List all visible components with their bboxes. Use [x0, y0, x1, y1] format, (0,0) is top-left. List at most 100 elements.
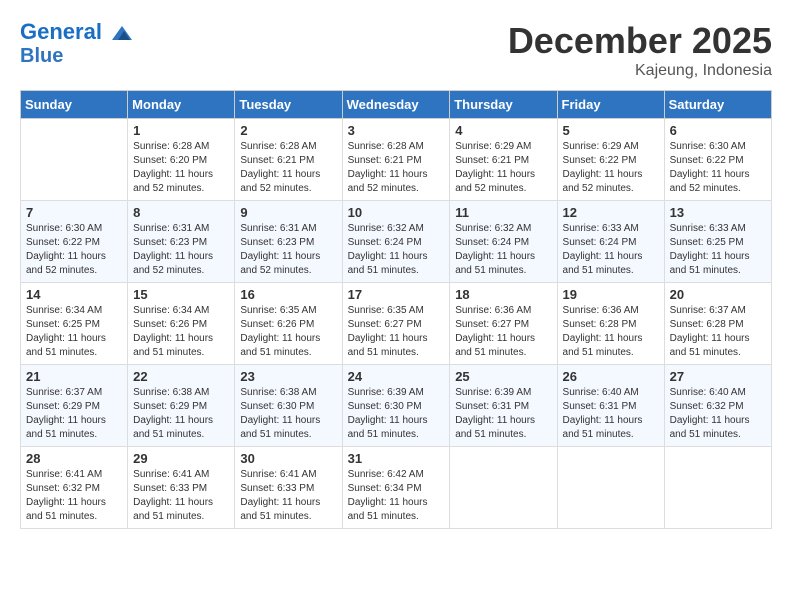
day-number: 22: [133, 369, 229, 384]
day-number: 12: [563, 205, 659, 220]
day-cell: 1 Sunrise: 6:28 AMSunset: 6:20 PMDaylight…: [128, 119, 235, 201]
day-number: 24: [348, 369, 445, 384]
day-cell: 7 Sunrise: 6:30 AMSunset: 6:22 PMDaylight…: [21, 201, 128, 283]
day-info: Sunrise: 6:40 AMSunset: 6:32 PMDaylight:…: [670, 386, 766, 442]
day-cell: 5Sunrise: 6:29 AMSunset: 6:22 PMDaylight…: [557, 119, 664, 201]
column-header-sunday: Sunday: [21, 91, 128, 119]
day-info: Sunrise: 6:41 AMSunset: 6:33 PMDaylight:…: [133, 468, 229, 524]
day-cell: 20 Sunrise: 6:37 AMSunset: 6:28 PMDayligh…: [664, 283, 771, 365]
day-info: Sunrise: 6:38 AMSunset: 6:29 PMDaylight:…: [133, 386, 229, 442]
calendar-header-row: SundayMondayTuesdayWednesdayThursdayFrid…: [21, 91, 772, 119]
month-title: December 2025: [508, 20, 772, 62]
day-cell: 26 Sunrise: 6:40 AMSunset: 6:31 PMDayligh…: [557, 365, 664, 447]
day-info: Sunrise: 6:28 AMSunset: 6:20 PMDaylight:…: [133, 140, 229, 196]
day-cell: 10 Sunrise: 6:32 AMSunset: 6:24 PMDayligh…: [342, 201, 450, 283]
day-number: 4: [455, 123, 551, 138]
logo: General Blue: [20, 20, 134, 67]
title-block: December 2025 Kajeung, Indonesia: [508, 20, 772, 80]
day-number: 16: [240, 287, 336, 302]
location: Kajeung, Indonesia: [508, 62, 772, 80]
day-number: 25: [455, 369, 551, 384]
day-number: 26: [563, 369, 659, 384]
day-number: 14: [26, 287, 122, 302]
day-info: Sunrise: 6:31 AMSunset: 6:23 PMDaylight:…: [133, 222, 229, 278]
day-number: 20: [670, 287, 766, 302]
day-number: 1: [133, 123, 229, 138]
day-cell: 2 Sunrise: 6:28 AMSunset: 6:21 PMDaylight…: [235, 119, 342, 201]
day-info: Sunrise: 6:40 AMSunset: 6:31 PMDaylight:…: [563, 386, 659, 442]
day-number: 17: [348, 287, 445, 302]
day-cell: 17Sunrise: 6:35 AMSunset: 6:27 PMDayligh…: [342, 283, 450, 365]
week-row-4: 21Sunrise: 6:37 AMSunset: 6:29 PMDayligh…: [21, 365, 772, 447]
day-info: Sunrise: 6:28 AMSunset: 6:21 PMDaylight:…: [240, 140, 336, 196]
day-info: Sunrise: 6:32 AMSunset: 6:24 PMDaylight:…: [455, 222, 551, 278]
day-cell: 14 Sunrise: 6:34 AMSunset: 6:25 PMDayligh…: [21, 283, 128, 365]
column-header-wednesday: Wednesday: [342, 91, 450, 119]
day-cell: 18 Sunrise: 6:36 AMSunset: 6:27 PMDayligh…: [450, 283, 557, 365]
day-cell: 8 Sunrise: 6:31 AMSunset: 6:23 PMDaylight…: [128, 201, 235, 283]
day-cell: 27 Sunrise: 6:40 AMSunset: 6:32 PMDayligh…: [664, 365, 771, 447]
column-header-saturday: Saturday: [664, 91, 771, 119]
day-number: 8: [133, 205, 229, 220]
day-number: 2: [240, 123, 336, 138]
day-info: Sunrise: 6:29 AMSunset: 6:21 PMDaylight:…: [455, 140, 551, 196]
day-number: 19: [563, 287, 659, 302]
logo-blue-text: Blue: [20, 45, 134, 67]
day-cell: [450, 447, 557, 529]
day-number: 31: [348, 451, 445, 466]
day-info: Sunrise: 6:37 AMSunset: 6:28 PMDaylight:…: [670, 304, 766, 360]
week-row-1: 1 Sunrise: 6:28 AMSunset: 6:20 PMDaylight…: [21, 119, 772, 201]
day-number: 11: [455, 205, 551, 220]
week-row-5: 28Sunrise: 6:41 AMSunset: 6:32 PMDayligh…: [21, 447, 772, 529]
logo-icon: [110, 21, 134, 45]
day-cell: [21, 119, 128, 201]
day-number: 7: [26, 205, 122, 220]
day-cell: 19 Sunrise: 6:36 AMSunset: 6:28 PMDayligh…: [557, 283, 664, 365]
day-cell: 23Sunrise: 6:38 AMSunset: 6:30 PMDayligh…: [235, 365, 342, 447]
day-number: 28: [26, 451, 122, 466]
day-info: Sunrise: 6:33 AMSunset: 6:24 PMDaylight:…: [563, 222, 659, 278]
week-row-3: 14 Sunrise: 6:34 AMSunset: 6:25 PMDayligh…: [21, 283, 772, 365]
day-info: Sunrise: 6:32 AMSunset: 6:24 PMDaylight:…: [348, 222, 445, 278]
day-cell: 15Sunrise: 6:34 AMSunset: 6:26 PMDayligh…: [128, 283, 235, 365]
day-number: 27: [670, 369, 766, 384]
day-info: Sunrise: 6:33 AMSunset: 6:25 PMDaylight:…: [670, 222, 766, 278]
day-cell: 3 Sunrise: 6:28 AMSunset: 6:21 PMDaylight…: [342, 119, 450, 201]
column-header-monday: Monday: [128, 91, 235, 119]
day-number: 13: [670, 205, 766, 220]
day-info: Sunrise: 6:31 AMSunset: 6:23 PMDaylight:…: [240, 222, 336, 278]
day-info: Sunrise: 6:39 AMSunset: 6:30 PMDaylight:…: [348, 386, 445, 442]
day-number: 30: [240, 451, 336, 466]
day-info: Sunrise: 6:36 AMSunset: 6:27 PMDaylight:…: [455, 304, 551, 360]
day-cell: 31 Sunrise: 6:42 AMSunset: 6:34 PMDayligh…: [342, 447, 450, 529]
day-info: Sunrise: 6:28 AMSunset: 6:21 PMDaylight:…: [348, 140, 445, 196]
day-info: Sunrise: 6:34 AMSunset: 6:25 PMDaylight:…: [26, 304, 122, 360]
day-number: 23: [240, 369, 336, 384]
day-number: 5: [563, 123, 659, 138]
day-number: 29: [133, 451, 229, 466]
day-info: Sunrise: 6:34 AMSunset: 6:26 PMDaylight:…: [133, 304, 229, 360]
day-cell: 24 Sunrise: 6:39 AMSunset: 6:30 PMDayligh…: [342, 365, 450, 447]
day-cell: 13 Sunrise: 6:33 AMSunset: 6:25 PMDayligh…: [664, 201, 771, 283]
column-header-thursday: Thursday: [450, 91, 557, 119]
day-number: 18: [455, 287, 551, 302]
day-cell: 6Sunrise: 6:30 AMSunset: 6:22 PMDaylight…: [664, 119, 771, 201]
day-info: Sunrise: 6:30 AMSunset: 6:22 PMDaylight:…: [26, 222, 122, 278]
day-cell: 16 Sunrise: 6:35 AMSunset: 6:26 PMDayligh…: [235, 283, 342, 365]
day-number: 10: [348, 205, 445, 220]
day-info: Sunrise: 6:36 AMSunset: 6:28 PMDaylight:…: [563, 304, 659, 360]
day-cell: 9Sunrise: 6:31 AMSunset: 6:23 PMDaylight…: [235, 201, 342, 283]
day-cell: 28Sunrise: 6:41 AMSunset: 6:32 PMDayligh…: [21, 447, 128, 529]
column-header-tuesday: Tuesday: [235, 91, 342, 119]
day-cell: 25 Sunrise: 6:39 AMSunset: 6:31 PMDayligh…: [450, 365, 557, 447]
day-info: Sunrise: 6:35 AMSunset: 6:26 PMDaylight:…: [240, 304, 336, 360]
calendar-table: SundayMondayTuesdayWednesdayThursdayFrid…: [20, 90, 772, 529]
logo-text: General: [20, 20, 134, 45]
calendar-body: 1 Sunrise: 6:28 AMSunset: 6:20 PMDaylight…: [21, 119, 772, 529]
day-number: 3: [348, 123, 445, 138]
day-info: Sunrise: 6:30 AMSunset: 6:22 PMDaylight:…: [670, 140, 766, 196]
day-info: Sunrise: 6:39 AMSunset: 6:31 PMDaylight:…: [455, 386, 551, 442]
day-info: Sunrise: 6:42 AMSunset: 6:34 PMDaylight:…: [348, 468, 445, 524]
day-cell: 21Sunrise: 6:37 AMSunset: 6:29 PMDayligh…: [21, 365, 128, 447]
day-info: Sunrise: 6:37 AMSunset: 6:29 PMDaylight:…: [26, 386, 122, 442]
